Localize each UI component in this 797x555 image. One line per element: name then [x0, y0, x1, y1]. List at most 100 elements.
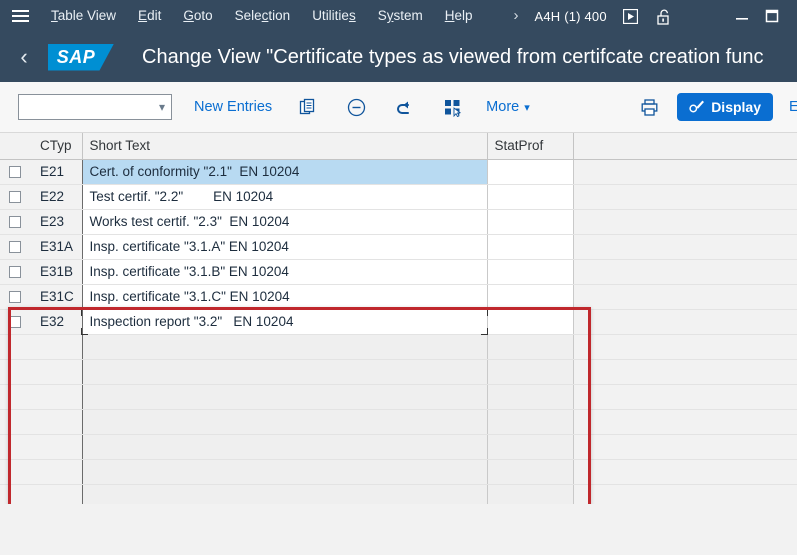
exit-button[interactable]: Ex: [789, 99, 797, 115]
empty-table-row-below[interactable]: [0, 409, 797, 435]
empty-cell[interactable]: [0, 334, 33, 360]
empty-table-row[interactable]: [0, 359, 797, 385]
empty-cell[interactable]: [487, 334, 574, 360]
empty-cell[interactable]: [33, 359, 83, 385]
empty-cell[interactable]: [573, 334, 797, 360]
cell-short-text[interactable]: Insp. certificate "3.1.B" EN 10204: [82, 259, 488, 285]
copy-as-icon[interactable]: [296, 95, 320, 119]
empty-cell[interactable]: [573, 359, 797, 385]
table-row[interactable]: E21 Cert. of conformity "2.1" EN 10204: [0, 159, 797, 185]
empty-cell[interactable]: [573, 484, 797, 504]
empty-cell[interactable]: [573, 434, 797, 460]
row-select-checkbox-cell[interactable]: [0, 159, 33, 185]
unlocked-padlock-icon[interactable]: [655, 6, 675, 26]
row-select-checkbox-cell[interactable]: [0, 184, 33, 210]
empty-table-row-below[interactable]: [0, 459, 797, 485]
column-header-ctyp[interactable]: CTyp: [33, 133, 83, 160]
cell-statprof[interactable]: [487, 259, 574, 285]
empty-cell[interactable]: [0, 459, 33, 485]
empty-cell[interactable]: [487, 409, 574, 435]
empty-table-row-below[interactable]: [0, 484, 797, 504]
table-row[interactable]: E31B Insp. certificate "3.1.B" EN 10204: [0, 259, 797, 285]
row-select-checkbox[interactable]: [9, 241, 21, 254]
menu-item-table-view[interactable]: Table View: [40, 0, 127, 32]
back-chevron-icon[interactable]: ‹: [0, 32, 48, 82]
cell-ctyp[interactable]: E31A: [33, 234, 83, 260]
table-row[interactable]: E31C Insp. certificate "3.1.C" EN 10204: [0, 284, 797, 310]
empty-cell[interactable]: [82, 434, 488, 460]
column-header-short-text[interactable]: Short Text: [82, 133, 488, 160]
cell-ctyp[interactable]: E22: [33, 184, 83, 210]
empty-cell[interactable]: [573, 409, 797, 435]
cell-short-text[interactable]: Insp. certificate "3.1.C" EN 10204: [82, 284, 488, 310]
empty-cell[interactable]: [573, 459, 797, 485]
select-all-icon[interactable]: [440, 95, 464, 119]
empty-cell[interactable]: [487, 384, 574, 410]
empty-cell[interactable]: [0, 384, 33, 410]
cell-ctyp[interactable]: E21: [33, 159, 83, 185]
row-select-checkbox[interactable]: [9, 191, 21, 204]
menu-item-selection[interactable]: Selection: [224, 0, 302, 32]
row-select-checkbox[interactable]: [9, 166, 21, 179]
chevron-right-icon[interactable]: ›: [504, 0, 529, 32]
empty-cell[interactable]: [82, 409, 488, 435]
cell-short-text[interactable]: Test certif. "2.2" EN 10204: [82, 184, 488, 210]
cell-statprof[interactable]: [487, 309, 574, 335]
empty-cell[interactable]: [33, 459, 83, 485]
cell-ctyp[interactable]: E31C: [33, 284, 83, 310]
empty-table-row-below[interactable]: [0, 384, 797, 410]
row-select-checkbox-cell[interactable]: [0, 309, 33, 335]
cell-ctyp[interactable]: E23: [33, 209, 83, 235]
menu-item-system[interactable]: System: [367, 0, 434, 32]
hamburger-menu-icon[interactable]: [0, 0, 40, 32]
print-icon[interactable]: [637, 95, 661, 119]
empty-cell[interactable]: [82, 484, 488, 504]
run-icon[interactable]: [621, 6, 641, 26]
cell-statprof[interactable]: [487, 184, 574, 210]
empty-cell[interactable]: [33, 334, 83, 360]
row-select-checkbox[interactable]: [9, 266, 21, 279]
empty-cell[interactable]: [33, 409, 83, 435]
display-button[interactable]: Display: [677, 93, 773, 121]
empty-cell[interactable]: [487, 484, 574, 504]
empty-cell[interactable]: [82, 459, 488, 485]
cell-short-text[interactable]: Cert. of conformity "2.1" EN 10204: [82, 159, 488, 185]
menu-item-utilities[interactable]: Utilities: [301, 0, 367, 32]
maximize-icon[interactable]: [757, 0, 787, 32]
menu-item-help[interactable]: Help: [434, 0, 484, 32]
table-row[interactable]: E32 Inspection report "3.2" EN 10204: [0, 309, 797, 335]
table-row[interactable]: E31A Insp. certificate "3.1.A" EN 10204: [0, 234, 797, 260]
column-header-select[interactable]: [0, 133, 33, 160]
empty-cell[interactable]: [33, 384, 83, 410]
more-button[interactable]: More ▾: [486, 99, 530, 115]
empty-cell[interactable]: [487, 459, 574, 485]
empty-cell[interactable]: [0, 359, 33, 385]
cell-short-text[interactable]: Insp. certificate "3.1.A" EN 10204: [82, 234, 488, 260]
view-select-combo[interactable]: ▾: [18, 94, 172, 120]
cell-ctyp[interactable]: E31B: [33, 259, 83, 285]
undo-icon[interactable]: [392, 95, 416, 119]
menu-item-goto[interactable]: Goto: [172, 0, 223, 32]
empty-cell[interactable]: [82, 334, 488, 360]
row-select-checkbox[interactable]: [9, 316, 21, 329]
cell-ctyp[interactable]: E32: [33, 309, 83, 335]
empty-cell[interactable]: [33, 484, 83, 504]
new-entries-button[interactable]: New Entries: [194, 99, 272, 115]
empty-cell[interactable]: [487, 434, 574, 460]
menu-item-edit[interactable]: Edit: [127, 0, 172, 32]
row-select-checkbox-cell[interactable]: [0, 284, 33, 310]
cell-short-text[interactable]: Works test certif. "2.3" EN 10204: [82, 209, 488, 235]
table-row[interactable]: E22 Test certif. "2.2" EN 10204: [0, 184, 797, 210]
empty-cell[interactable]: [0, 484, 33, 504]
empty-cell[interactable]: [82, 359, 488, 385]
minimize-icon[interactable]: [727, 0, 757, 32]
empty-table-row[interactable]: [0, 334, 797, 360]
row-select-checkbox[interactable]: [9, 216, 21, 229]
cell-statprof[interactable]: [487, 284, 574, 310]
cell-statprof[interactable]: [487, 234, 574, 260]
table-row[interactable]: E23 Works test certif. "2.3" EN 10204: [0, 209, 797, 235]
row-select-checkbox[interactable]: [9, 291, 21, 304]
cell-statprof[interactable]: [487, 209, 574, 235]
empty-cell[interactable]: [487, 359, 574, 385]
empty-table-row-below[interactable]: [0, 434, 797, 460]
